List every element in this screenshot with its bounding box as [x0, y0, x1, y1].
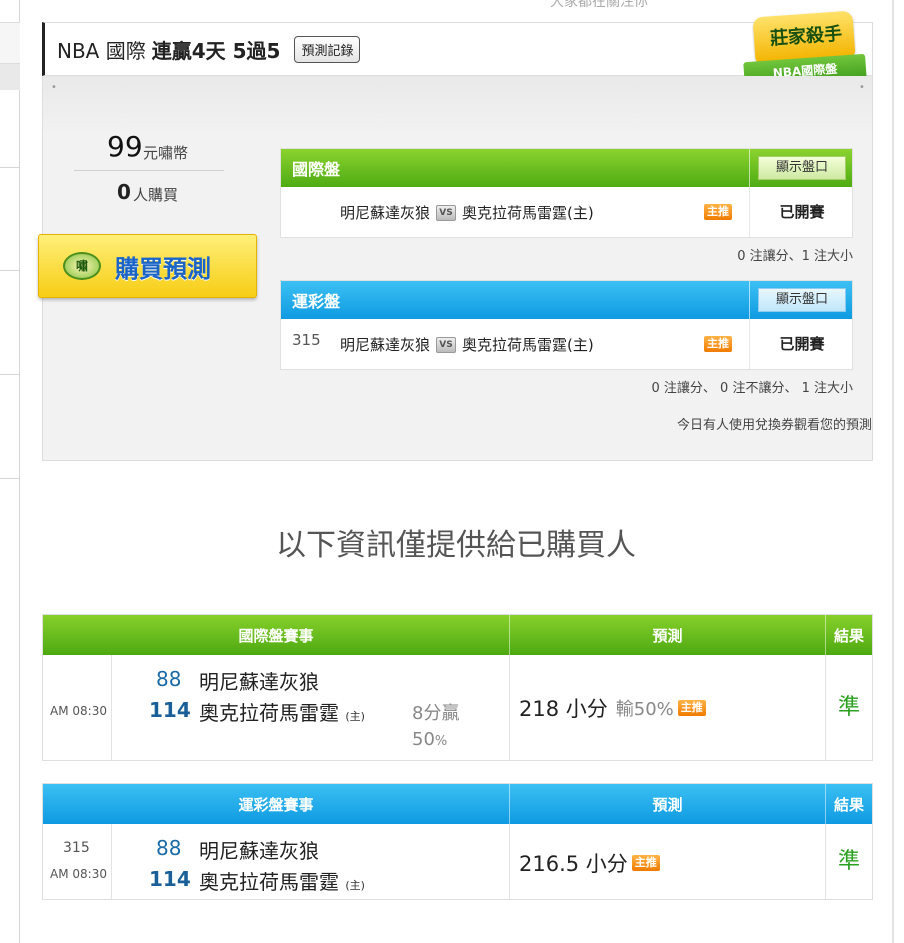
handicap-result: 8分贏 50%	[412, 701, 459, 755]
featured-pick-tag: 主推	[704, 204, 732, 220]
home-score: 114	[149, 867, 191, 891]
col-prediction: 預測	[510, 615, 826, 655]
intl-bet-summary: 0 注讓分、1 注大小	[737, 249, 853, 264]
col-prediction: 預測	[510, 784, 826, 824]
match-teams: 明尼蘇達灰狼 VS 奧克拉荷馬雷霆(主)	[340, 202, 594, 223]
away-score: 88	[156, 667, 182, 691]
rivet-icon: •	[51, 82, 57, 93]
prediction-outcome: 輸50%	[615, 699, 674, 720]
result-cell: 準	[837, 695, 860, 720]
time-cell: AM 08:30	[43, 655, 112, 760]
lottery-bet-summary: 0 注讓分、 0 注不讓分、 1 注大小	[651, 381, 853, 396]
col-result: 結果	[833, 626, 864, 645]
home-team-name: 奧克拉荷馬雷霆	[199, 870, 339, 894]
rivet-icon: •	[859, 82, 865, 93]
intl-odds-header: 國際盤 顯示盤口	[281, 149, 852, 187]
prediction: 218 小分 輸50% 主推	[519, 693, 706, 723]
lottery-odds-title: 運彩盤	[292, 292, 341, 311]
time-cell: 315 AM 08:30	[43, 824, 112, 899]
home-team-name: 奧克拉荷馬雷霆	[199, 701, 339, 725]
home-team: 奧克拉荷馬雷霆(主)	[462, 336, 594, 354]
vs-icon: VS	[436, 204, 457, 221]
home-mark: (主)	[345, 710, 365, 723]
buy-prediction-label: 購買預測	[115, 254, 211, 283]
lottery-show-odds-button[interactable]: 顯示盤口	[749, 281, 854, 319]
intl-odds-box: 國際盤 顯示盤口 明尼蘇達灰狼 VS 奧克拉荷馬雷霆(主) 主推 已開賽	[280, 148, 853, 238]
left-sidebar	[0, 0, 20, 943]
intl-results-table: 國際盤賽事 預測 結果 AM 08:30 88 明尼蘇達灰狼 114 奧克拉荷馬…	[42, 614, 873, 761]
home-score: 114	[149, 698, 191, 722]
vs-icon: VS	[436, 336, 457, 353]
featured-pick-tag: 主推	[677, 700, 706, 716]
sidebar-cell	[0, 22, 20, 64]
table-row: 315 AM 08:30 88 明尼蘇達灰狼 114 奧克拉荷馬雷霆 (主) 2…	[43, 824, 872, 899]
divider	[74, 170, 224, 171]
away-score: 88	[156, 836, 182, 860]
top-note: 大家都在關注你	[550, 0, 648, 10]
price-value: 99	[107, 130, 143, 163]
prediction-cell: 216.5 小分 主推	[510, 824, 826, 899]
intl-match-row: 明尼蘇達灰狼 VS 奧克拉荷馬雷霆(主) 主推 已開賽	[281, 187, 852, 237]
prediction-value: 216.5 小分	[519, 852, 628, 876]
lottery-results-table: 運彩盤賽事 預測 結果 315 AM 08:30 88 明尼蘇達灰狼 114 奧…	[42, 783, 873, 900]
away-team: 明尼蘇達灰狼	[199, 839, 319, 863]
intl-show-odds-button[interactable]: 顯示盤口	[749, 149, 854, 187]
teams-cell: 88 明尼蘇達灰狼 114 奧克拉荷馬雷霆 (主)	[112, 824, 510, 899]
col-result: 結果	[833, 795, 864, 814]
buyers-unit: 人購買	[133, 186, 179, 204]
match-teams: 明尼蘇達灰狼 VS 奧克拉荷馬雷霆(主)	[340, 334, 594, 355]
sidebar-divider	[0, 270, 20, 271]
match-status: 已開賽	[749, 187, 854, 237]
sidebar-cell	[0, 64, 20, 90]
featured-pick-tag: 主推	[704, 336, 732, 352]
price-unit: 元嘯幣	[143, 144, 189, 162]
right-border	[892, 0, 894, 943]
lottery-odds-header: 運彩盤 顯示盤口	[281, 281, 852, 319]
show-odds-label: 顯示盤口	[758, 288, 846, 312]
table-header: 國際盤賽事 預測 結果	[43, 615, 872, 655]
away-team: 明尼蘇達灰狼	[340, 336, 431, 354]
match-status: 已開賽	[749, 319, 854, 369]
match-time: AM 08:30	[50, 704, 107, 718]
show-odds-label: 顯示盤口	[758, 156, 846, 180]
buyers-count: 0	[117, 180, 131, 204]
sidebar-divider	[0, 167, 20, 168]
lottery-match-row: 315 明尼蘇達灰狼 VS 奧克拉荷馬雷霆(主) 主推 已開賽	[281, 319, 852, 369]
intl-odds-title: 國際盤	[292, 160, 341, 179]
match-number: 315	[63, 840, 90, 856]
teams-cell: 88 明尼蘇達灰狼 114 奧克拉荷馬雷霆 (主) 8分贏 50%	[112, 655, 510, 760]
table-header: 運彩盤賽事 預測 結果	[43, 784, 872, 824]
handicap-percent-unit: %	[434, 734, 448, 749]
voucher-note: 今日有人使用兌換券觀看您的預測	[676, 418, 872, 433]
home-team: 奧克拉荷馬雷霆 (主)	[199, 866, 365, 895]
prediction-record-button[interactable]: 預測記錄	[294, 35, 361, 63]
prediction-value: 218 小分	[519, 697, 608, 721]
handicap-percent: 50	[412, 729, 435, 750]
featured-pick-tag: 主推	[631, 855, 660, 871]
purchaser-only-heading: 以下資訊僅提供給已購買人	[276, 528, 636, 563]
home-team: 奧克拉荷馬雷霆 (主)	[199, 697, 365, 726]
col-match: 運彩盤賽事	[43, 784, 510, 824]
prediction: 216.5 小分 主推	[519, 848, 660, 878]
coin-icon: 嘯	[63, 252, 101, 280]
sidebar-divider	[0, 478, 20, 479]
buy-prediction-button[interactable]: 嘯 購買預測	[38, 234, 257, 298]
league-label: NBA 國際	[57, 38, 146, 63]
home-mark: (主)	[345, 879, 365, 892]
handicap-line: 8分贏	[412, 703, 460, 724]
match-number: 315	[292, 331, 321, 349]
streak-label: 連贏4天 5過5	[151, 38, 281, 63]
away-team: 明尼蘇達灰狼	[340, 204, 431, 222]
lottery-odds-box: 運彩盤 顯示盤口 315 明尼蘇達灰狼 VS 奧克拉荷馬雷霆(主) 主推 已開賽	[280, 280, 853, 370]
home-team: 奧克拉荷馬雷霆(主)	[462, 204, 594, 222]
away-team: 明尼蘇達灰狼	[199, 670, 319, 694]
result-cell: 準	[837, 849, 860, 874]
table-row: AM 08:30 88 明尼蘇達灰狼 114 奧克拉荷馬雷霆 (主) 8分贏 50…	[43, 655, 872, 760]
prediction-cell: 218 小分 輸50% 主推	[510, 655, 826, 760]
sidebar-divider	[0, 374, 20, 375]
col-match: 國際盤賽事	[43, 615, 510, 655]
match-time: AM 08:30	[50, 867, 107, 881]
